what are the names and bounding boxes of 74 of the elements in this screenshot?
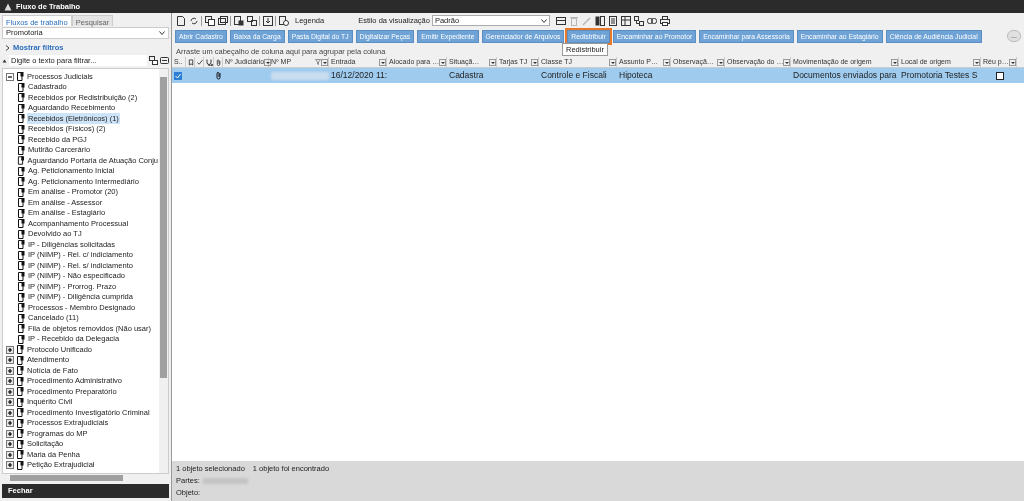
expand-icon[interactable] <box>6 398 14 406</box>
trash-icon <box>569 15 580 26</box>
expand-icon[interactable] <box>6 408 14 417</box>
download-button[interactable] <box>262 15 273 26</box>
dropdown-icon[interactable] <box>489 58 496 66</box>
paste-icon <box>233 15 244 26</box>
dropdown-icon[interactable] <box>663 58 670 66</box>
copy-icon <box>204 15 215 26</box>
table-cell: Hipoteca <box>619 69 653 82</box>
expand-icon[interactable] <box>6 429 14 438</box>
expand-icon[interactable] <box>6 356 14 364</box>
dropdown-icon[interactable] <box>321 58 328 66</box>
expand-icon[interactable] <box>6 387 14 396</box>
copy-button[interactable] <box>204 15 215 26</box>
table-icon <box>621 15 632 26</box>
document-button[interactable] <box>607 15 619 26</box>
refresh-button[interactable] <box>188 15 199 26</box>
hierarchy-button[interactable] <box>633 15 645 26</box>
expand-icon[interactable] <box>6 419 14 427</box>
document-icon <box>608 15 619 26</box>
dropdown-icon[interactable] <box>891 58 898 66</box>
download-icon <box>262 15 273 26</box>
columns-button[interactable] <box>594 15 606 26</box>
window-icon <box>217 15 228 26</box>
warning-icon <box>4 2 12 11</box>
window-button[interactable] <box>217 15 228 26</box>
dropdown-icon[interactable] <box>264 58 272 66</box>
dropdown-icon[interactable] <box>973 58 980 66</box>
new-document-icon <box>175 15 186 26</box>
dropdown-icon[interactable] <box>1009 58 1016 66</box>
table-row[interactable]: 16/12/2020 11: Cadastra Controle e Fiscali Hipoteca Documentos enviados para Promotoria Testes S <box>172 68 1024 83</box>
chevron-right-icon <box>5 44 10 51</box>
vertical-scrollbar[interactable] <box>159 69 168 473</box>
legend-icon <box>278 15 289 26</box>
expand-icon[interactable] <box>6 366 14 375</box>
dropdown-icon[interactable] <box>783 58 791 66</box>
table-cell: Controle e Fiscali <box>541 69 607 82</box>
stethoscope-icon <box>206 58 213 66</box>
table-cell: Promotoria Testes S <box>901 69 978 82</box>
columns-icon <box>595 15 606 26</box>
refresh-icon <box>188 15 199 26</box>
expand-icon[interactable] <box>6 450 14 459</box>
layout-icon <box>556 15 567 26</box>
bookmark-icon <box>188 58 194 66</box>
table-cell: Documentos enviados para <box>793 69 897 82</box>
paperclip-icon <box>216 58 222 66</box>
expand-icon[interactable] <box>6 440 14 448</box>
dropdown-icon[interactable] <box>439 58 447 66</box>
hierarchy-icon <box>634 15 645 26</box>
expand-icon[interactable] <box>6 377 14 385</box>
dropdown-icon[interactable] <box>717 58 724 66</box>
chevron-down-icon <box>159 31 165 35</box>
collapse-icon[interactable] <box>6 72 14 81</box>
new-document-button[interactable] <box>175 15 186 26</box>
dropdown-icon[interactable] <box>379 58 386 66</box>
printer-icon <box>660 15 671 26</box>
dropdown-icon[interactable] <box>531 58 538 66</box>
chevron-down-icon <box>540 18 547 23</box>
expand-icon[interactable] <box>6 345 14 354</box>
legend-button[interactable] <box>278 15 289 26</box>
checkbox[interactable] <box>996 71 1004 80</box>
paste-button[interactable] <box>233 15 244 26</box>
table-cell: 16/12/2020 11: <box>331 69 388 82</box>
pencil-icon <box>582 15 593 26</box>
printer-button[interactable] <box>659 15 671 26</box>
expand-icon[interactable] <box>6 461 14 469</box>
caret-up-icon <box>2 58 7 63</box>
layout-button[interactable] <box>555 15 567 26</box>
checkbox[interactable] <box>174 71 182 80</box>
dropdown-icon[interactable] <box>609 58 616 66</box>
table-cell: Cadastra <box>449 69 484 82</box>
list-icon[interactable] <box>160 56 169 66</box>
table-button[interactable] <box>620 15 632 26</box>
check-icon <box>197 58 203 66</box>
